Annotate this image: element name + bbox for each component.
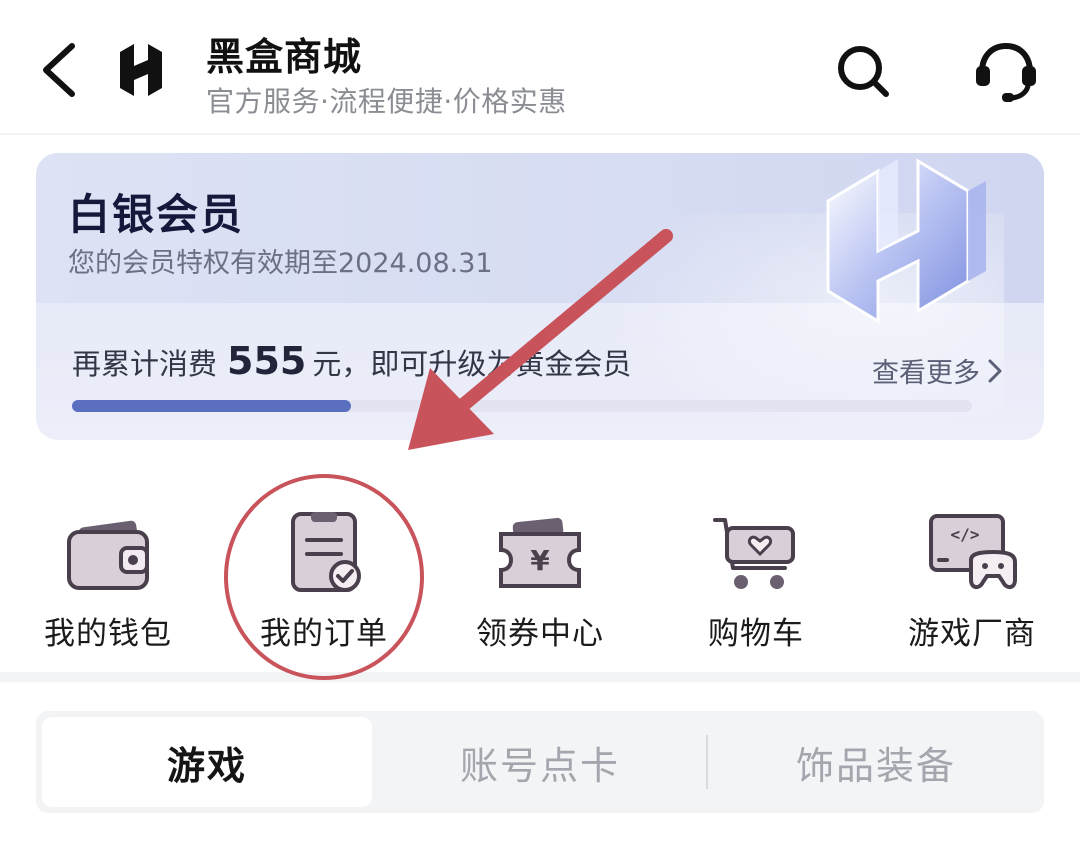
annotation-arrow: [408, 229, 673, 450]
tab-games[interactable]: 游戏: [42, 717, 372, 807]
customer-service-button[interactable]: [970, 38, 1042, 104]
tab-items-equipment[interactable]: 饰品装备: [708, 717, 1044, 807]
progress-prefix: 再累计消费: [72, 347, 218, 381]
top-bar: 黑盒商城 官方服务·流程便捷·价格实惠: [0, 0, 1080, 135]
entry-game-vendors[interactable]: </> 游戏厂商: [882, 500, 1062, 660]
tab-accounts-cards[interactable]: 账号点卡: [372, 717, 708, 807]
entry-label: 领券中心: [476, 616, 604, 652]
wallet-icon: [67, 520, 149, 590]
page-subtitle: 官方服务·流程便捷·价格实惠: [206, 85, 567, 118]
entry-label: 我的钱包: [44, 616, 172, 652]
customer-service-icon: [976, 42, 1036, 102]
member-tier: 白银会员: [68, 190, 245, 239]
quick-entries: 我的钱包 我的订单 ¥ 领券中心 购物车 </> 游戏厂商: [0, 500, 1080, 670]
category-tabs: 游戏 账号点卡 饰品装备: [36, 711, 1044, 813]
coupon-icon: ¥: [499, 517, 581, 588]
member-badge-icon: [826, 158, 986, 324]
entry-label: 购物车: [708, 616, 804, 652]
progress-amount: 555: [227, 339, 307, 383]
search-icon: [838, 46, 889, 97]
svg-text:</>: </>: [951, 525, 980, 544]
heybox-logo: [112, 38, 172, 102]
view-more-label: 查看更多: [872, 358, 980, 389]
entry-cart[interactable]: 购物车: [666, 500, 846, 660]
search-button[interactable]: [832, 40, 896, 104]
page-title: 黑盒商城: [206, 35, 363, 79]
entry-coupons[interactable]: ¥ 领券中心: [450, 500, 630, 660]
view-more-link[interactable]: 查看更多: [872, 351, 1004, 390]
back-button[interactable]: [36, 38, 86, 102]
back-icon: [43, 43, 75, 97]
section-divider: [0, 672, 1080, 682]
upgrade-progress-fill: [72, 400, 351, 412]
chevron-right-icon: [988, 359, 1002, 382]
entry-wallet[interactable]: 我的钱包: [18, 500, 198, 660]
svg-text:¥: ¥: [530, 544, 550, 577]
cart-icon: [713, 518, 795, 589]
entry-label: 游戏厂商: [908, 616, 1036, 652]
annotation-circle: [224, 474, 424, 680]
game-vendor-icon: </>: [929, 514, 1017, 589]
